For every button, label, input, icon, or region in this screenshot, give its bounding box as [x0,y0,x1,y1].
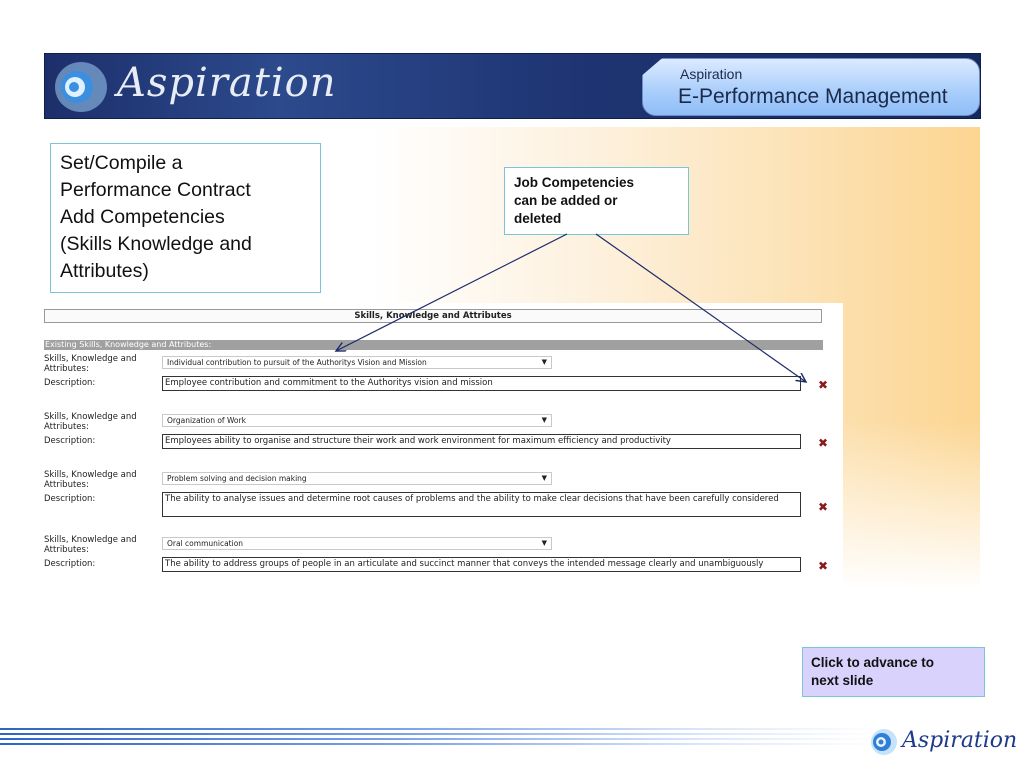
delete-competency-icon[interactable]: ✖ [817,379,829,391]
footer-logo: Aspiration [868,722,1018,762]
heading-line: Set/Compile a [60,152,183,174]
next-slide-line: Click to advance to [811,655,935,670]
aspiration-swirl-small-icon [871,729,897,755]
callout-line: can be added or [514,193,618,208]
description-label: Description: [44,436,96,446]
delete-competency-icon[interactable]: ✖ [817,560,829,572]
ska-label: Skills, Knowledge and Attributes: [44,470,137,490]
ska-label: Skills, Knowledge and Attributes: [44,535,137,555]
slide-heading-callout: Set/Compile a Performance Contract Add C… [50,143,321,293]
competency-select-value: Individual contribution to pursuit of th… [167,358,427,367]
next-slide-line: next slide [811,673,874,688]
callout-line: Job Competencies [514,175,635,190]
skills-form-panel: Skills, Knowledge and Attributes Existin… [38,303,843,588]
product-brand: Aspiration [680,66,743,82]
competency-select[interactable]: Problem solving and decision making ▼ [162,472,552,485]
header-banner: Aspiration Aspiration E-Performance Mana… [44,53,981,119]
description-field[interactable]: The ability to address groups of people … [162,557,801,572]
heading-line: Add Competencies [60,206,225,228]
competency-select-value: Problem solving and decision making [167,474,307,483]
competency-select[interactable]: Oral communication ▼ [162,537,552,550]
footer-logo-text: Aspiration [902,728,1018,753]
dropdown-arrow-icon[interactable]: ▼ [542,415,547,426]
product-title: E-Performance Management [678,85,948,108]
dropdown-arrow-icon[interactable]: ▼ [542,357,547,368]
job-competencies-callout: Job Competencies can be added or deleted [504,167,689,235]
competency-select-value: Organization of Work [167,416,246,425]
ska-label: Skills, Knowledge and Attributes: [44,412,137,432]
description-label: Description: [44,494,96,504]
description-field[interactable]: Employees ability to organise and struct… [162,434,801,449]
logo-text: Aspiration [117,60,337,106]
dropdown-arrow-icon[interactable]: ▼ [542,538,547,549]
heading-line: Attributes) [60,260,149,282]
form-title: Skills, Knowledge and Attributes [44,309,822,323]
section-header: Existing Skills, Knowledge and Attribute… [44,340,823,350]
competency-select[interactable]: Individual contribution to pursuit of th… [162,356,552,369]
dropdown-arrow-icon[interactable]: ▼ [542,473,547,484]
footer-lines [0,728,880,752]
competency-select-value: Oral communication [167,539,244,548]
competency-select[interactable]: Organization of Work ▼ [162,414,552,427]
description-label: Description: [44,559,96,569]
delete-competency-icon[interactable]: ✖ [817,501,829,513]
description-label: Description: [44,378,96,388]
next-slide-button[interactable]: Click to advance to next slide [802,647,985,697]
delete-competency-icon[interactable]: ✖ [817,437,829,449]
heading-line: Performance Contract [60,179,251,201]
heading-line: (Skills Knowledge and [60,233,252,255]
ska-label: Skills, Knowledge and Attributes: [44,354,137,374]
description-field[interactable]: Employee contribution and commitment to … [162,376,801,391]
aspiration-swirl-logo-icon [55,62,107,112]
description-field[interactable]: The ability to analyse issues and determ… [162,492,801,517]
callout-line: deleted [514,211,562,226]
